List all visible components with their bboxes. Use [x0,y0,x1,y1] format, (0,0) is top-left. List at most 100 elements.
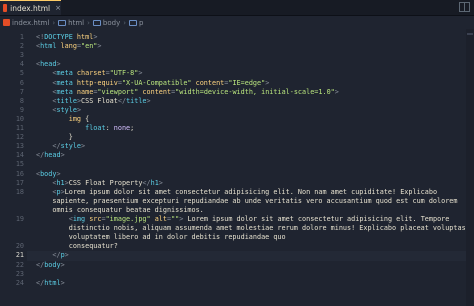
line-number: 11 [15,124,24,132]
code-line[interactable]: 4 <head> [0,60,474,69]
breadcrumb-label: html [68,18,85,27]
line-number: 6 [19,78,24,87]
tab-index-html[interactable]: index.html × [0,0,61,15]
code-line[interactable]: distinctio nobis, aliquam assumenda amet… [0,224,474,233]
code-line[interactable]: 5 <meta charset="UTF-8"> [0,69,474,78]
line-number: 17 [15,178,24,187]
breadcrumb: index.html › html › body › p [0,16,474,29]
code-line[interactable]: 23 [0,270,474,279]
code-line[interactable]: 10 img { [0,115,474,124]
line-code: <title>CSS Float</title> [52,96,151,105]
html-file-icon [3,19,10,26]
line-number: 13 [15,142,24,151]
code-editor[interactable]: 1 <!DOCTYPE html> 2 <html lang="en"> 3 4 <head… [0,29,474,306]
line-number: 4 [19,60,24,69]
line-number: 24 [15,278,24,287]
line-number: 12 [15,133,24,142]
code-line[interactable]: omnis consequatur beatae dignissimos. [0,206,474,215]
line-number: 16 [15,169,24,178]
line-code: </head> [36,151,65,160]
code-line[interactable]: sapiente, praesentium excepturi repudian… [0,197,474,206]
html-file-icon [3,4,8,12]
line-number: 10 [15,114,24,123]
code-line[interactable]: 22 </body> [0,261,474,270]
line-code: <head> [36,60,61,69]
line-code: </p> [52,251,69,260]
line-number: 2 [19,42,24,51]
breadcrumb-label: body [102,18,121,27]
breadcrumb-item-p[interactable]: p [129,19,143,27]
split-editor-icon[interactable] [459,2,470,12]
code-line[interactable]: 19 <img src="image.jpg" alt=""> Lorem ip… [0,215,474,224]
line-code: </body> [36,260,65,269]
tag-icon [129,19,138,26]
breadcrumb-item-body[interactable]: body [92,18,121,27]
code-line[interactable]: voluptatem libero ad in dolor debitis re… [0,233,474,242]
breadcrumb-item-file[interactable]: index.html [3,19,49,27]
code-line[interactable]: 8 <title>CSS Float</title> [0,97,474,106]
line-code: distinctio nobis, aliquam assumenda amet… [36,224,466,233]
line-code: consequatur? [36,242,118,251]
line-code: <meta charset="UTF-8"> [52,69,143,78]
tab-bar: index.html × [0,0,474,16]
line-code: <body> [36,169,61,178]
breadcrumb-label: p [139,18,144,27]
line-number: 22 [15,260,24,269]
line-code: <meta http-equiv="X-UA-Compatible" conte… [52,78,270,87]
tag-icon [58,19,67,26]
line-code: sapiente, praesentium excepturi repudian… [36,196,458,205]
line-number: 7 [19,87,24,96]
line-code: float: none; [85,124,135,132]
line-code: <p>Lorem ipsum dolor sit amet consectetu… [52,187,438,196]
line-code: omnis consequatur beatae dignissimos. [36,205,204,214]
code-line[interactable]: 2 <html lang="en"> [0,42,474,51]
code-line[interactable]: 6 <meta http-equiv="X-UA-Compatible" con… [0,79,474,88]
code-line[interactable]: 18 <p>Lorem ipsum dolor sit amet consect… [0,188,474,197]
line-number: 9 [19,105,24,114]
code-line[interactable]: 9 <style> [0,106,474,115]
vertical-scrollbar[interactable] [466,29,474,306]
line-code: </html> [36,278,65,287]
code-line[interactable]: 1 <!DOCTYPE html> [0,33,474,42]
line-number: 8 [19,96,24,105]
line-number: 21 [15,251,24,260]
code-line[interactable]: 20 consequatur? [0,242,474,251]
code-line[interactable]: 11 float: none; [0,124,474,133]
line-number: 23 [15,269,24,278]
breadcrumb-item-html[interactable]: html [58,19,84,27]
chevron-right-icon: › [87,18,90,27]
chevron-right-icon: › [123,18,127,27]
line-number: 20 [15,242,24,251]
line-code: <img src="image.jpg" alt=""> Lorem ipsum… [68,215,450,223]
line-code: <!DOCTYPE html> [36,33,98,41]
tag-icon [92,19,101,26]
line-code: <html lang="en"> [36,42,102,51]
tab-title: index.html [10,3,51,13]
line-number: 19 [15,215,24,223]
close-icon[interactable]: × [55,4,61,12]
line-number: 1 [19,33,24,41]
code-line[interactable]: 17 <h1>CSS Float Property</h1> [0,179,474,188]
code-line[interactable]: 14 </head> [0,151,474,160]
line-code: <meta name="viewport" content="width=dev… [52,87,339,96]
code-line[interactable]: 13 </style> [0,142,474,151]
code-line[interactable]: 3 [0,51,474,60]
line-number: 18 [15,187,24,196]
line-number: 5 [19,69,24,78]
code-line[interactable]: 21 </p> [0,251,474,260]
code-line[interactable]: 7 <meta name="viewport" content="width=d… [0,88,474,97]
overview-ruler-mark [467,33,473,35]
code-line[interactable]: 12 } [0,133,474,142]
line-code: img { [68,114,90,123]
line-code: <h1>CSS Float Property</h1> [52,178,163,187]
code-line[interactable]: 16 <body> [0,170,474,179]
chevron-right-icon: › [52,18,56,27]
line-code: } [36,133,73,142]
code-line[interactable]: 24 </html> [0,279,474,288]
line-code: </style> [52,142,86,151]
code-line[interactable]: 15 [0,160,474,169]
line-number: 15 [15,160,24,169]
line-code: voluptatem libero ad in dolor debitis re… [36,233,286,242]
breadcrumb-label: index.html [12,18,50,27]
line-number: 14 [15,151,24,160]
